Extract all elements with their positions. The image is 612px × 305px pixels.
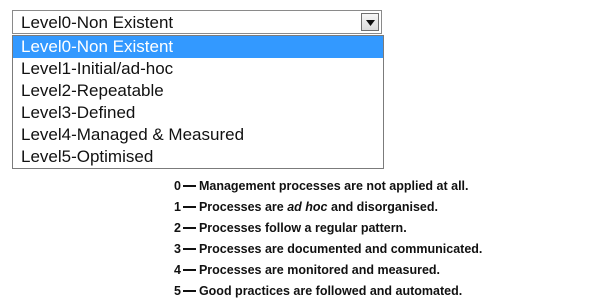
dropdown-option-level2[interactable]: Level2-Repeatable (13, 80, 383, 102)
legend-text: Management processes are not applied at … (198, 179, 469, 193)
dropdown-arrow-button[interactable] (361, 13, 379, 31)
legend-text-emphasis: ad hoc (287, 200, 328, 214)
select-current-value: Level0-Non Existent (21, 13, 174, 32)
legend-number: 0 (174, 179, 181, 193)
legend-text: Processes follow a regular pattern. (198, 221, 407, 235)
legend-number: 4 (174, 263, 181, 277)
dropdown-option-level3[interactable]: Level3-Defined (13, 102, 383, 124)
dash-divider (182, 184, 196, 187)
legend-item: 1 Processes are ad hoc and disorganised. (174, 197, 438, 217)
legend-item: 3 Processes are documented and communicat… (174, 239, 482, 259)
legend-item: 5 Good practices are followed and automat… (174, 281, 462, 301)
dropdown-option-level4[interactable]: Level4-Managed & Measured (13, 124, 383, 146)
legend-item: 2 Processes follow a regular pattern. (174, 218, 407, 238)
maturity-level-select[interactable]: Level0-Non Existent (12, 10, 382, 34)
legend-text: Processes are documented and communicate… (198, 242, 483, 256)
legend-number: 1 (174, 200, 181, 214)
legend-text: Processes are ad hoc and disorganised. (199, 200, 438, 214)
legend-number: 3 (174, 242, 181, 256)
dropdown-option-level5[interactable]: Level5-Optimised (13, 146, 383, 168)
legend-item: 0 Management processes are not applied at… (174, 176, 468, 196)
legend-number: 5 (174, 284, 181, 298)
legend-text-after: and disorganised. (327, 200, 438, 214)
dash-divider (182, 247, 196, 250)
dash-divider (182, 205, 196, 208)
dash-divider (182, 289, 196, 292)
legend-text: Processes are monitored and measured. (198, 263, 441, 277)
dash-divider (182, 226, 196, 229)
legend-text-before: Processes are (198, 200, 288, 214)
legend-text: Good practices are followed and automate… (198, 284, 463, 298)
legend-item: 4 Processes are monitored and measured. (174, 260, 440, 280)
maturity-level-dropdown-list: Level0-Non Existent Level1-Initial/ad-ho… (12, 35, 384, 169)
legend-number: 2 (174, 221, 181, 235)
dropdown-option-level0[interactable]: Level0-Non Existent (13, 36, 383, 58)
dash-divider (182, 268, 196, 271)
dropdown-option-level1[interactable]: Level1-Initial/ad-hoc (13, 58, 383, 80)
